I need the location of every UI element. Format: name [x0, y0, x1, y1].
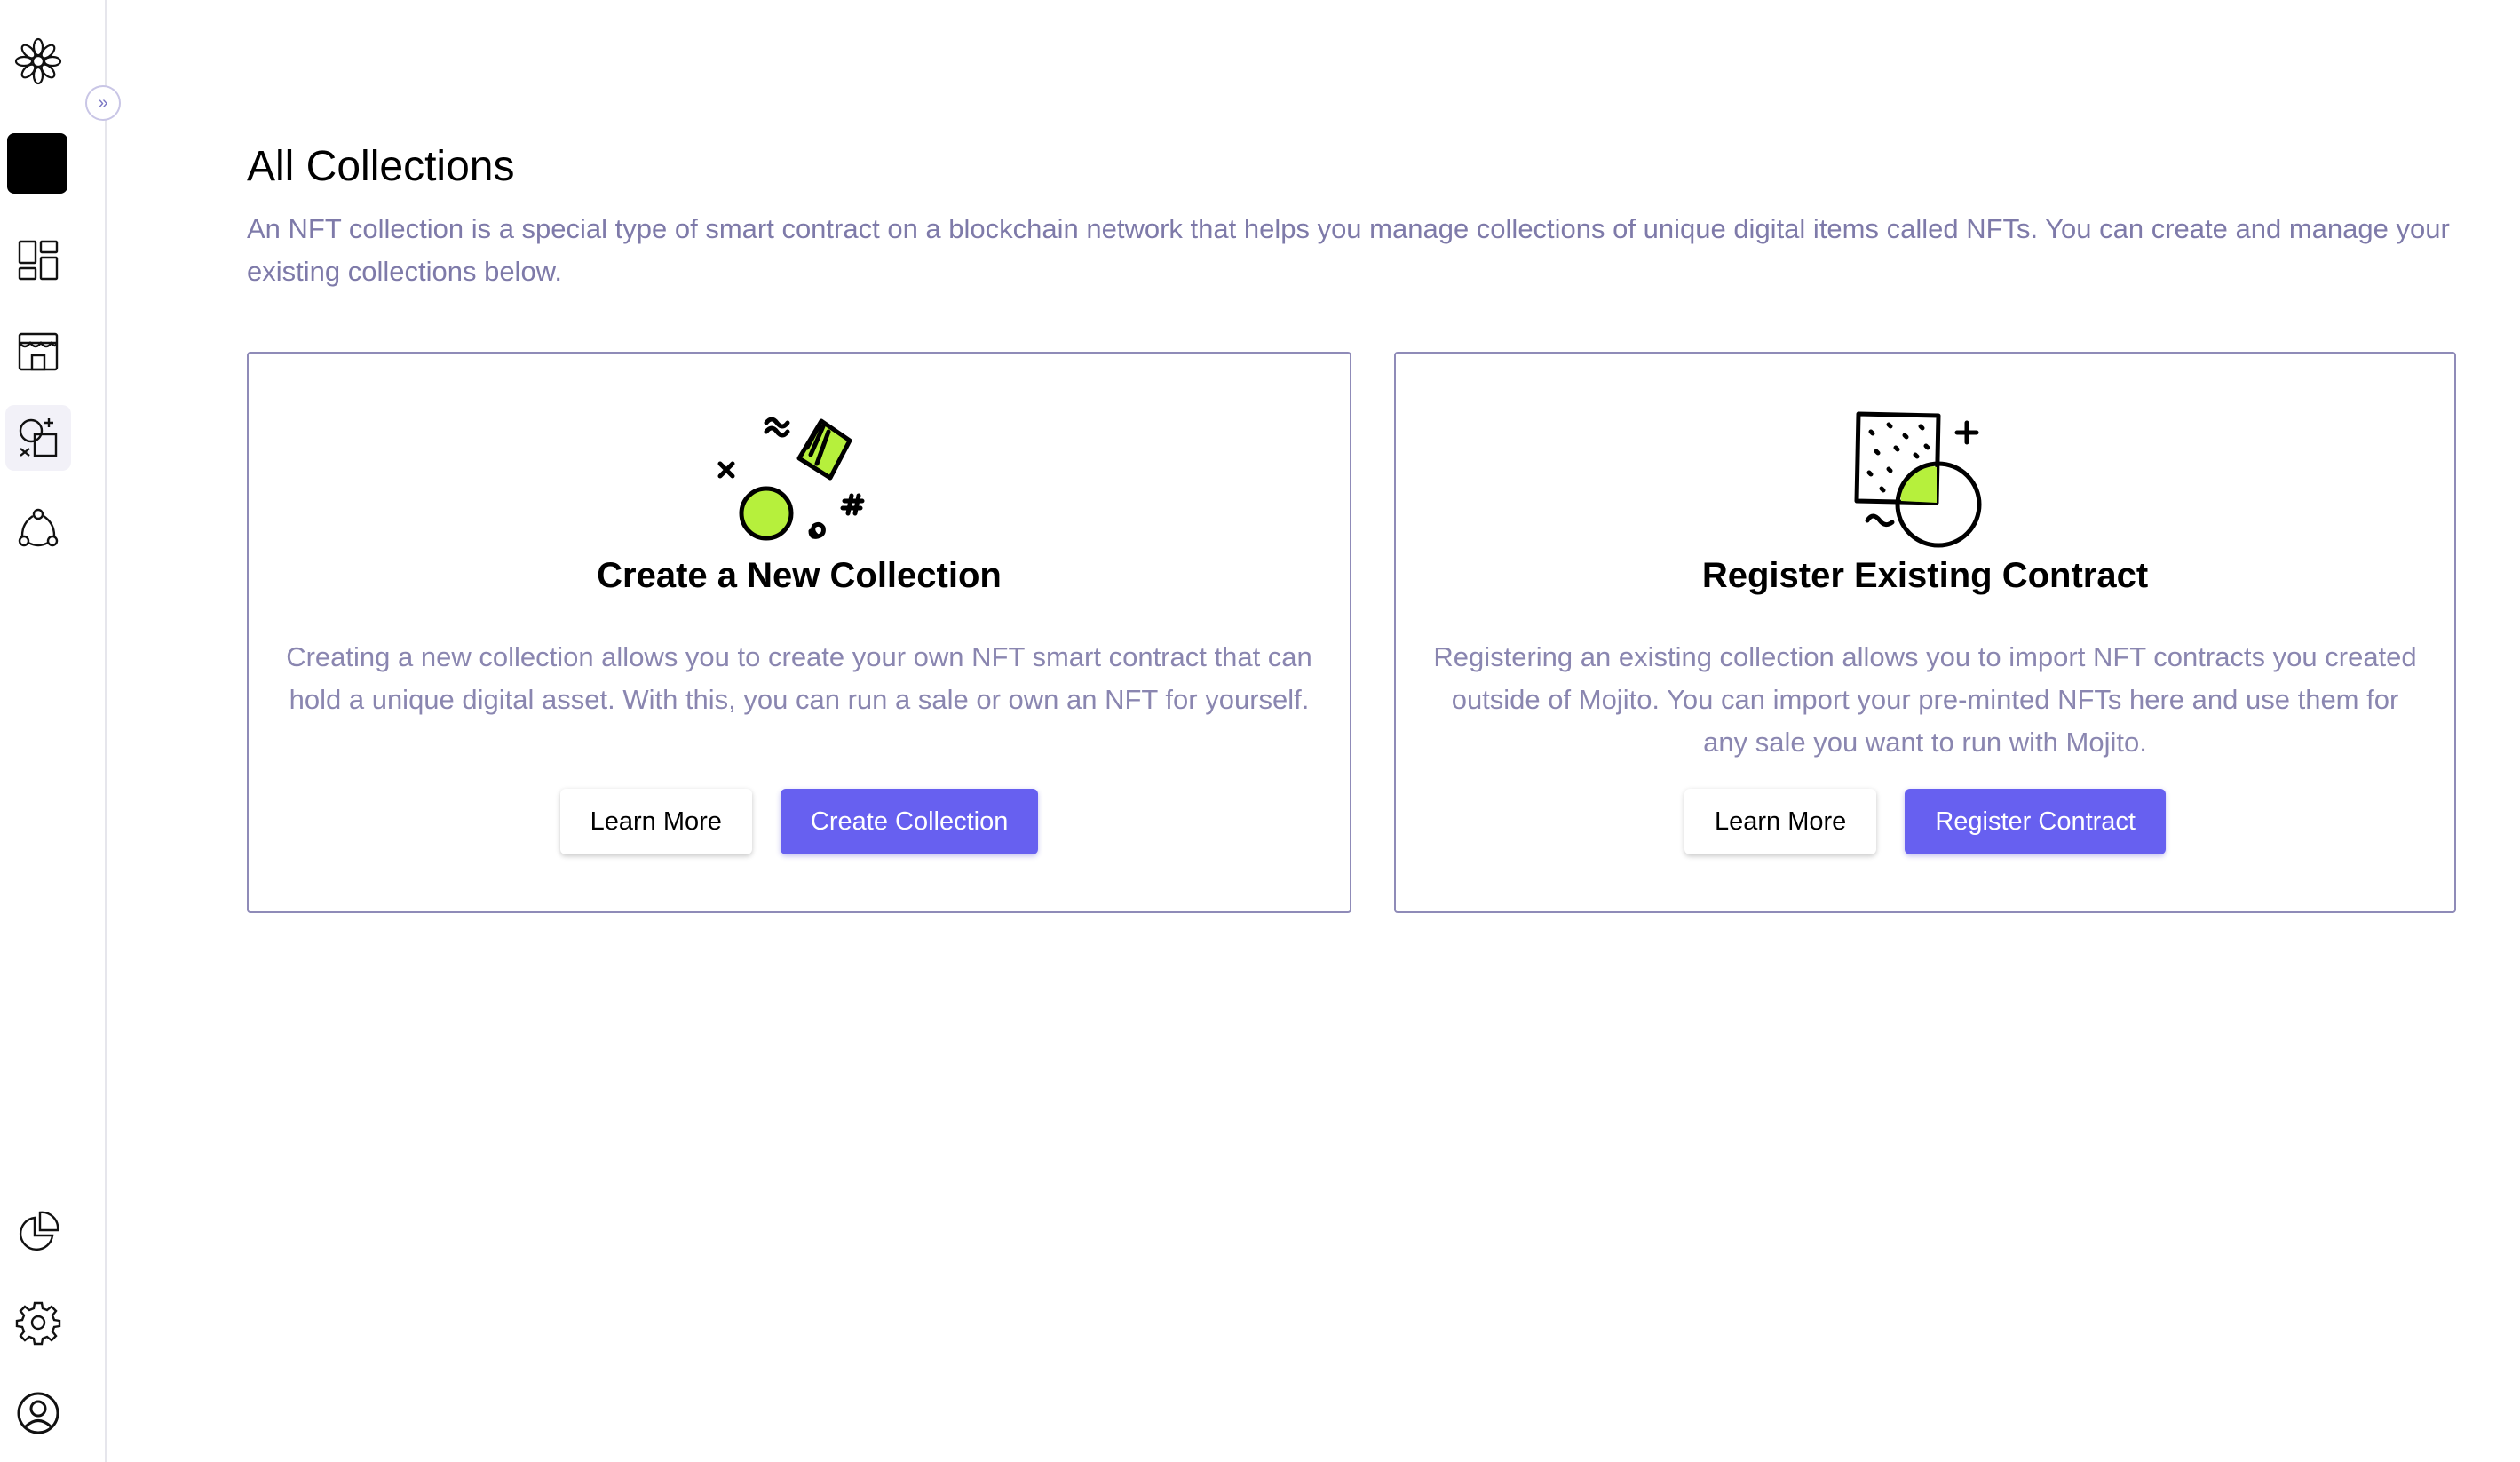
collections-icon: [19, 418, 58, 457]
flower-logo-icon: [14, 37, 62, 85]
learn-more-create-button[interactable]: Learn More: [559, 789, 752, 854]
register-card-title: Register Existing Contract: [1701, 556, 2149, 595]
sidebar-item-dashboard[interactable]: [5, 227, 71, 293]
sidebar-item-storefront[interactable]: [5, 318, 71, 384]
sidebar: [0, 0, 107, 1462]
storefront-icon: [18, 332, 59, 371]
register-card-actions: Learn More Register Contract: [1396, 789, 2454, 854]
logo-button[interactable]: [5, 28, 71, 94]
chevron-double-right-icon: »: [98, 92, 108, 113]
register-contract-button[interactable]: Register Contract: [1905, 789, 2166, 854]
user-circle-icon: [17, 1392, 59, 1434]
sidebar-item-settings[interactable]: [5, 1290, 71, 1355]
page-description: An NFT collection is a special type of s…: [247, 213, 2450, 287]
register-contract-card: Register Existing Contract Registering a…: [1394, 352, 2456, 913]
sidebar-item-network[interactable]: [5, 496, 71, 561]
create-card-actions: Learn More Create Collection: [249, 789, 1350, 854]
network-icon: [18, 508, 59, 547]
sidebar-item-analytics[interactable]: [5, 1199, 71, 1265]
page-title: All Collections: [247, 143, 515, 190]
dashboard-icon: [18, 240, 59, 281]
create-collection-button[interactable]: Create Collection: [780, 789, 1039, 854]
sidebar-item-profile[interactable]: [5, 1380, 71, 1446]
create-card-text: Creating a new collection allows you to …: [286, 641, 1312, 715]
expand-sidebar-button[interactable]: »: [85, 85, 121, 121]
org-avatar[interactable]: [7, 133, 67, 194]
gear-icon: [15, 1301, 61, 1346]
shapes-illustration: [717, 417, 865, 541]
learn-more-register-button[interactable]: Learn More: [1684, 789, 1877, 854]
contract-illustration: [1854, 411, 1982, 548]
create-card-title: Create a New Collection: [597, 556, 1002, 595]
register-card-text: Registering an existing collection allow…: [1433, 641, 2417, 758]
sidebar-item-collections[interactable]: [5, 405, 71, 471]
create-collection-card: Create a New Collection Creating a new c…: [247, 352, 1351, 913]
pie-chart-icon: [19, 1211, 59, 1251]
